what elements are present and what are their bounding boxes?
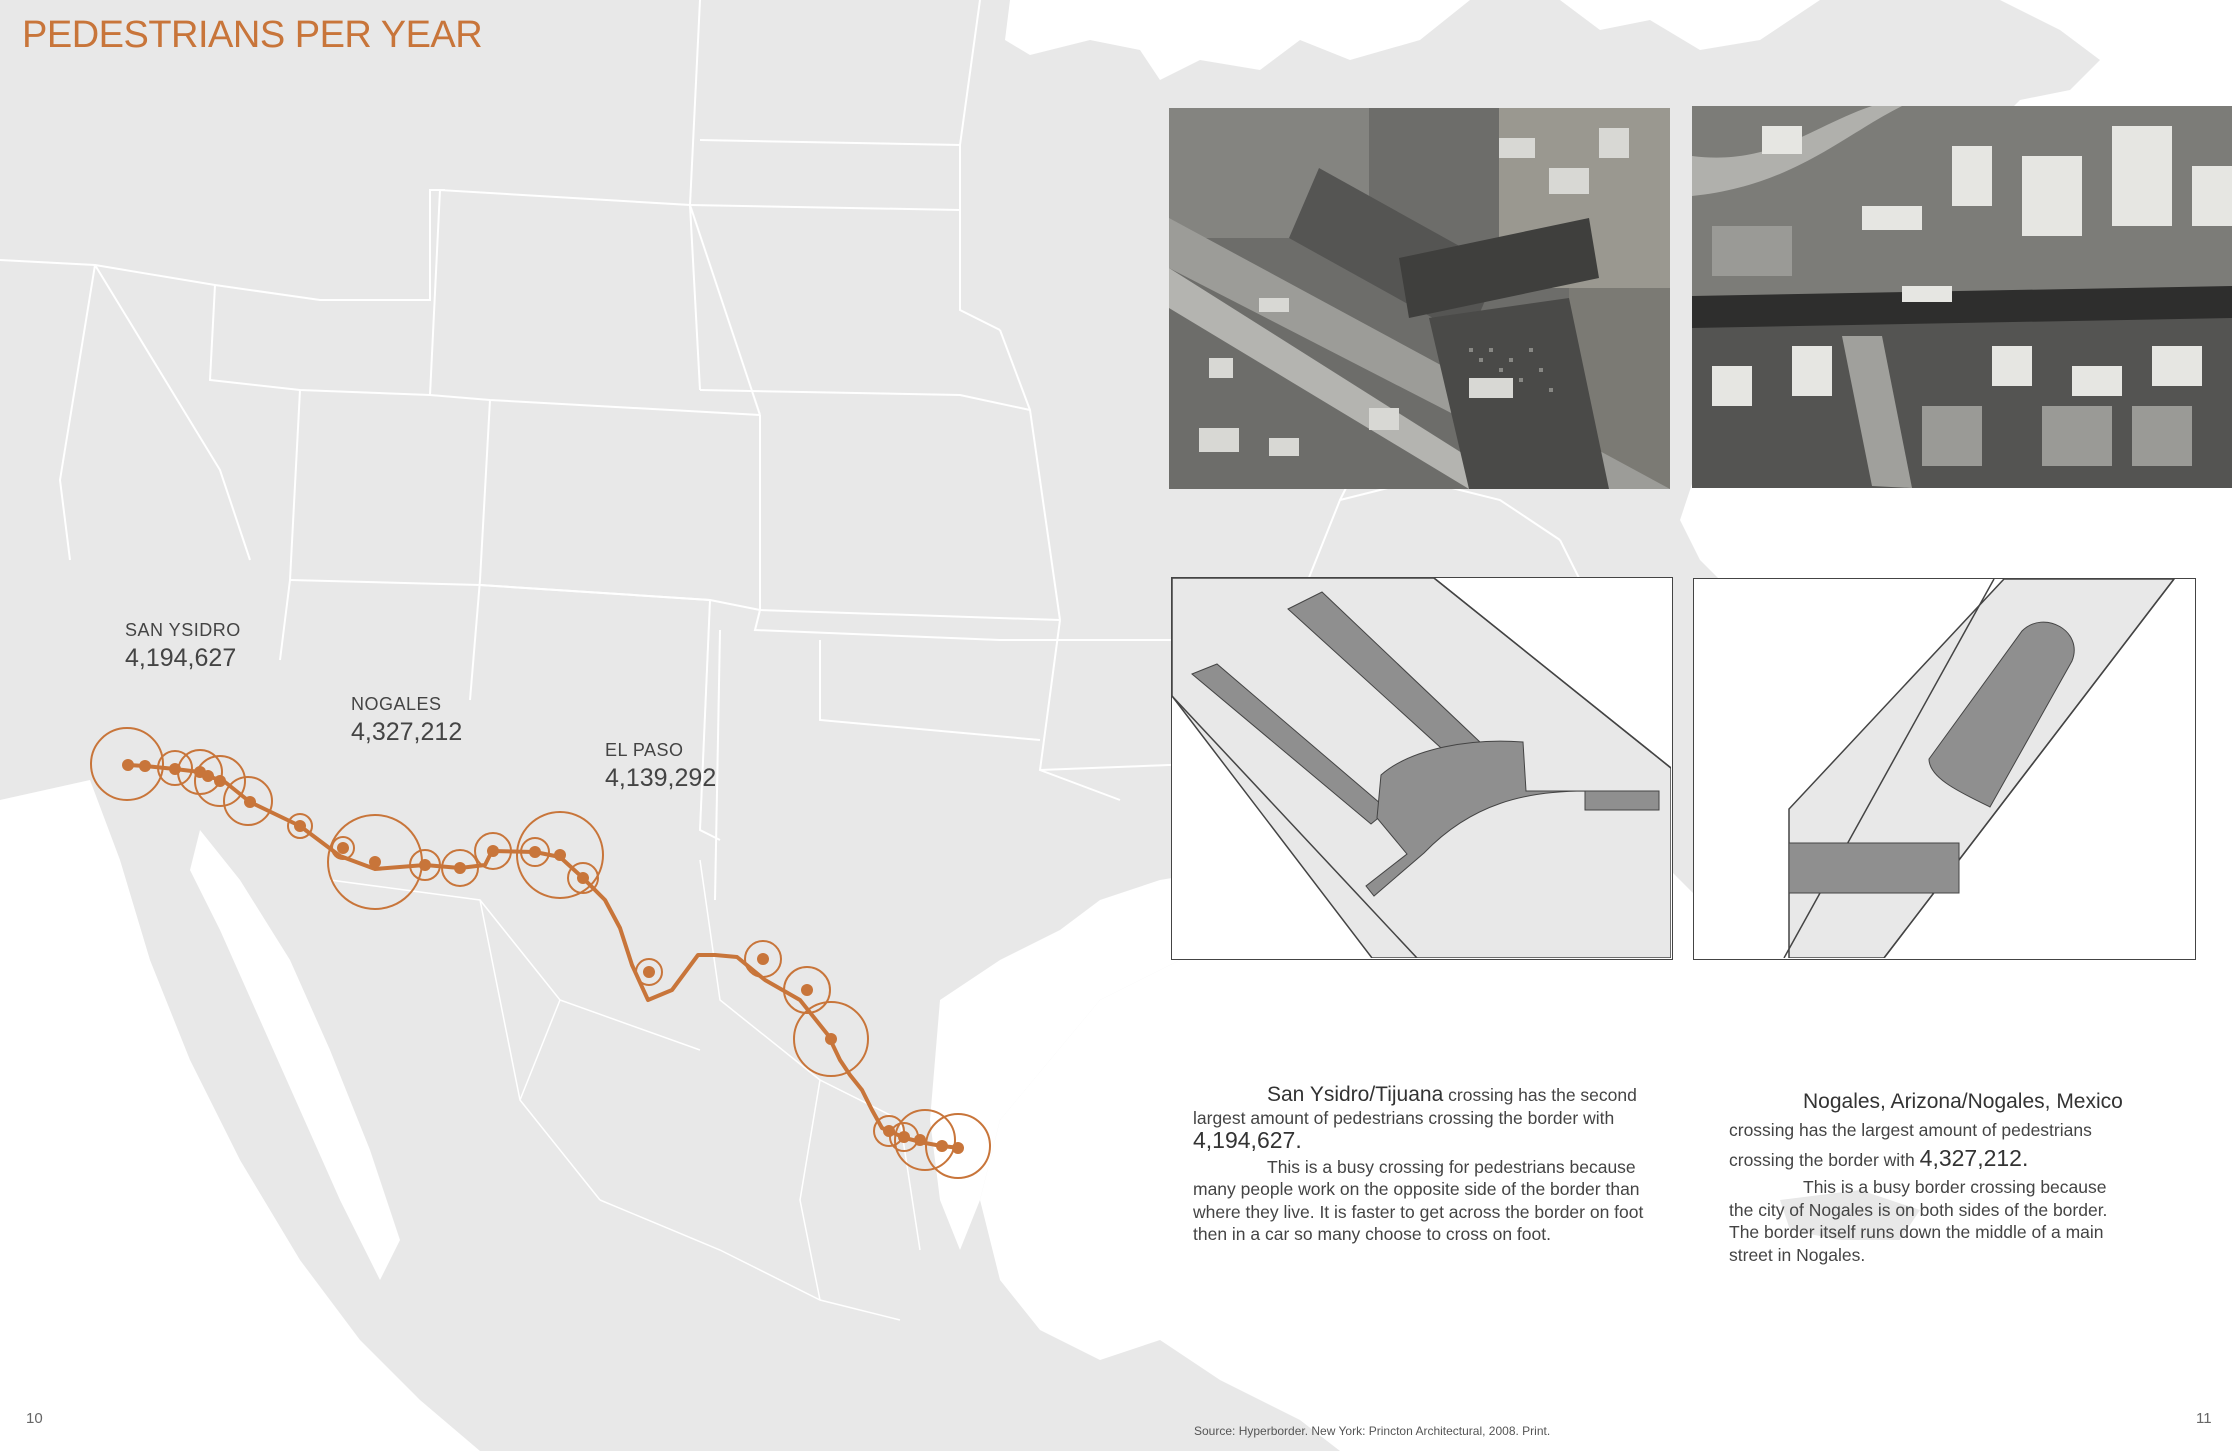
nogales-number: 4,327,212. bbox=[1919, 1145, 2029, 1171]
el-paso-label: EL PASO bbox=[605, 740, 684, 760]
san-ysidro-label: SAN YSIDRO bbox=[125, 620, 241, 640]
page-number-right: 11 bbox=[2196, 1410, 2212, 1427]
nogales-value: 4,327,212 bbox=[351, 718, 463, 746]
nogales-label: NOGALES bbox=[351, 694, 442, 714]
san-ysidro-value: 4,194,627 bbox=[125, 644, 237, 672]
nogales-paragraph-2: This is a busy border crossing because t… bbox=[1729, 1177, 2108, 1265]
crossing-circles bbox=[90, 727, 991, 1179]
border-line bbox=[127, 763, 961, 1150]
nogales-p1-text: crossing has the largest amount of pedes… bbox=[1729, 1120, 2092, 1170]
text-san-ysidro: San Ysidro/Tijuana crossing has the seco… bbox=[1193, 1083, 1663, 1246]
san-ysidro-paragraph-2: This is a busy crossing for pedestrians … bbox=[1193, 1156, 1644, 1245]
page-title: PEDESTRIANS PER YEAR bbox=[22, 14, 483, 56]
page-number-left: 10 bbox=[26, 1410, 43, 1427]
crossing-dots bbox=[122, 759, 964, 1154]
aerial-photo-san-ysidro bbox=[1169, 108, 1670, 489]
san-ysidro-lead: San Ysidro/Tijuana bbox=[1267, 1083, 1444, 1106]
san-ysidro-number: 4,194,627. bbox=[1193, 1127, 1302, 1153]
san-ysidro-paragraph-1: San Ysidro/Tijuana crossing has the seco… bbox=[1193, 1083, 1663, 1154]
nogales-paragraph-1: Nogales, Arizona/Nogales, Mexico crossin… bbox=[1729, 1088, 2124, 1174]
nogales-lead: Nogales, Arizona/Nogales, Mexico bbox=[1803, 1090, 2123, 1113]
el-paso-value: 4,139,292 bbox=[605, 764, 717, 792]
site-plan-san-ysidro bbox=[1171, 577, 1673, 960]
aerial-photo-nogales bbox=[1692, 106, 2232, 488]
source-citation: Source: Hyperborder. New York: Princton … bbox=[1194, 1424, 1551, 1438]
site-plan-nogales bbox=[1693, 578, 2196, 960]
text-nogales: Nogales, Arizona/Nogales, Mexico crossin… bbox=[1729, 1088, 2124, 1266]
